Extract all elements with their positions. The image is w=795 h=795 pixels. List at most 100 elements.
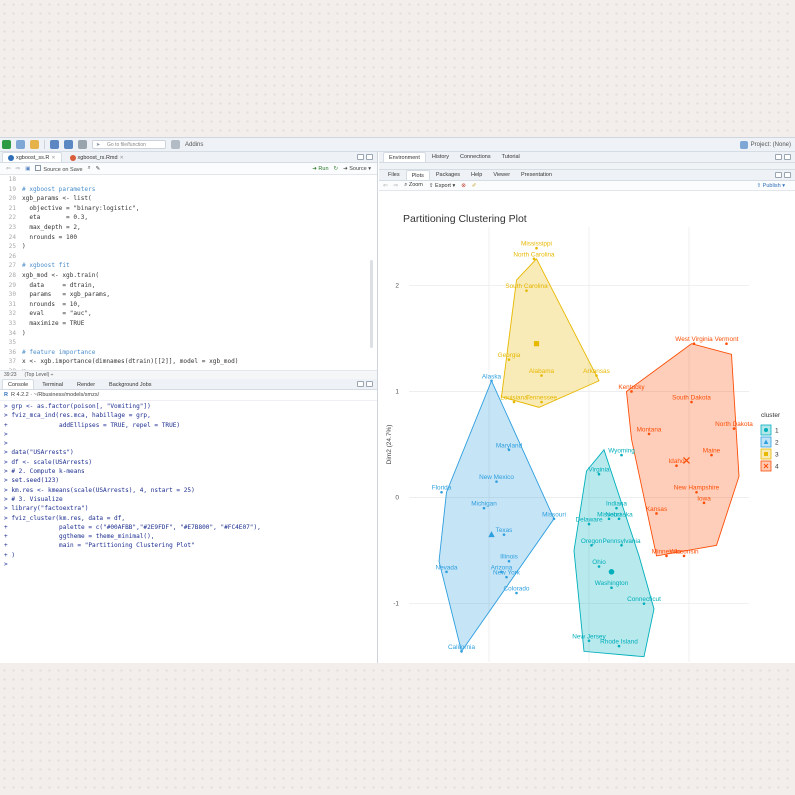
tab-terminal[interactable]: Terminal — [36, 379, 69, 389]
source-on-save-label: Source on Save — [43, 166, 83, 173]
cluster-hull-4 — [626, 343, 740, 557]
broom-icon[interactable]: ✐ — [472, 183, 477, 189]
point-label: Georgia — [498, 352, 521, 359]
back-arrow-icon[interactable]: ⇦ — [6, 166, 11, 172]
tab-plots[interactable]: Plots — [405, 170, 430, 180]
line-number: 33 — [8, 319, 16, 327]
goto-file-input[interactable]: Go to file/function — [92, 140, 166, 149]
close-icon[interactable]: ✕ — [120, 153, 124, 163]
tab-help[interactable]: Help — [466, 170, 487, 180]
console[interactable]: R R 4.2.2 · ~/Rbusiness/models/smzs/ > g… — [0, 390, 377, 655]
grid-layout-icon[interactable] — [171, 140, 180, 149]
rerun-icon[interactable]: ↻ — [334, 166, 339, 172]
tab-connections[interactable]: Connections — [455, 152, 496, 162]
point-label: Missouri — [542, 511, 566, 518]
point-label: New Hampshire — [674, 485, 720, 492]
point-label: Texas — [496, 527, 513, 534]
code-line: 38x — [0, 367, 377, 370]
minimize-button[interactable] — [775, 172, 782, 178]
wand-icon[interactable]: ✎ — [96, 166, 101, 172]
export-button[interactable]: ⇪ Export ▾ — [429, 183, 455, 189]
tab-tutorial[interactable]: Tutorial — [497, 152, 525, 162]
code-line: 18 — [0, 175, 377, 185]
rmd-file-icon — [69, 154, 76, 161]
project-icon[interactable] — [16, 140, 25, 149]
editor-scrollbar[interactable] — [370, 260, 373, 348]
source-on-save-checkbox[interactable]: Source on Save — [35, 164, 83, 173]
remove-plot-icon[interactable]: ⊗ — [461, 183, 466, 189]
forward-arrow-icon[interactable]: ⇨ — [394, 183, 399, 189]
tab-background-jobs[interactable]: Background Jobs — [103, 379, 158, 389]
forward-arrow-icon[interactable]: ⇨ — [16, 166, 21, 172]
minimize-button[interactable] — [357, 154, 364, 160]
pane-divider[interactable] — [379, 163, 795, 170]
code-line: 22 eta = 0.3, — [0, 213, 377, 223]
tab-viewer[interactable]: Viewer — [488, 170, 515, 180]
code-text: nrounds = 10, — [22, 300, 81, 308]
addins-menu[interactable]: Addins — [185, 142, 203, 148]
point-label: Delaware — [576, 517, 603, 524]
r-project-icon — [739, 140, 748, 149]
tab-xgboost-rmd[interactable]: xgboost_rs.Rmd ✕ — [64, 152, 130, 162]
run-button[interactable]: ➜ Run — [312, 166, 328, 172]
maximize-button[interactable] — [784, 154, 791, 160]
code-line: 20 xgb_params <- list( — [0, 194, 377, 204]
save-icon[interactable] — [50, 140, 59, 149]
point-label: Wyoming — [608, 448, 635, 455]
print-icon[interactable] — [78, 140, 87, 149]
r-file-icon — [8, 154, 14, 161]
minimize-button[interactable] — [775, 154, 782, 160]
code-line: 24 nrounds = 100 — [0, 233, 377, 243]
tab-xgboost-r[interactable]: xgboost_ss.R ✕ — [2, 152, 62, 162]
maximize-button[interactable] — [366, 381, 373, 387]
source-button[interactable]: ➜ Source ▾ — [343, 166, 377, 172]
minimize-button[interactable] — [357, 381, 364, 387]
cluster-chart: Partitioning Clustering Plot-202210-1Dim… — [386, 213, 781, 662]
code-editor[interactable]: 18 19 # xgboost parameters 20 xgb_params <- … — [0, 175, 377, 370]
console-line: + addEllipses = TRUE, repel = TRUE) — [4, 421, 181, 429]
plots-toolbar: ⇦ ⇨ ⌕ Zoom ⇪ Export ▾ ⊗ ✐ ⇧ Publish ▾ — [379, 181, 795, 191]
tab-render[interactable]: Render — [71, 379, 101, 389]
legend-label: 2 — [775, 440, 779, 447]
console-line: > df <- scale(USArrests) — [4, 458, 93, 466]
code-text: xgb_params <- list( — [22, 195, 92, 203]
code-line: 25) — [0, 242, 377, 252]
zoom-button[interactable]: ⌕ Zoom — [404, 182, 423, 189]
tab-files[interactable]: Files — [383, 170, 405, 180]
close-icon[interactable]: ✕ — [51, 153, 55, 163]
point-label: West Virginia — [675, 336, 713, 343]
maximize-button[interactable] — [366, 154, 373, 160]
console-path: R R 4.2.2 · ~/Rbusiness/models/smzs/ — [0, 390, 377, 401]
code-line: 32 eval = "auc", — [0, 309, 377, 319]
editor-toolbar: ⇦ ⇨ ▣ Source on Save ⌕ ✎ ➜ Run ↻ ➜ Sourc… — [0, 163, 377, 175]
line-number: 27 — [8, 262, 16, 270]
back-arrow-icon[interactable]: ⇦ — [383, 183, 388, 189]
search-icon[interactable]: ⌕ — [88, 165, 91, 172]
line-number: 18 — [8, 176, 16, 183]
line-number: 29 — [8, 281, 16, 289]
console-line: > data("USArrests") — [4, 449, 74, 457]
tab-packages[interactable]: Packages — [431, 170, 465, 180]
save-icon[interactable]: ▣ — [25, 166, 30, 172]
plots-window-buttons — [775, 172, 791, 178]
point-label: Mississippi — [521, 241, 552, 248]
point-label: Oregon — [581, 538, 603, 545]
tab-presentation[interactable]: Presentation — [516, 170, 557, 180]
publish-label: Publish — [762, 182, 781, 189]
tab-console[interactable]: Console — [2, 379, 35, 389]
console-line: > # 3. Visualize — [4, 495, 63, 503]
console-line: + palette = c("#00AFBB","#2E9FDF", "#E7B… — [4, 523, 261, 531]
save-all-icon[interactable] — [64, 140, 73, 149]
cluster-center — [533, 341, 540, 347]
project-menu[interactable]: Project: (None) — [739, 140, 795, 149]
code-line: 31 nrounds = 10, — [0, 300, 377, 310]
scope-indicator[interactable]: (Top Level) ÷ — [25, 372, 54, 378]
tab-label: xgboost_ss.R — [16, 154, 50, 161]
new-file-icon[interactable] — [2, 140, 11, 149]
maximize-button[interactable] — [784, 172, 791, 178]
publish-button[interactable]: ⇧ Publish ▾ — [757, 183, 795, 189]
open-folder-icon[interactable] — [30, 140, 39, 149]
point-label: Maine — [703, 448, 721, 455]
tab-environment[interactable]: Environment — [383, 152, 426, 162]
tab-history[interactable]: History — [427, 152, 454, 162]
